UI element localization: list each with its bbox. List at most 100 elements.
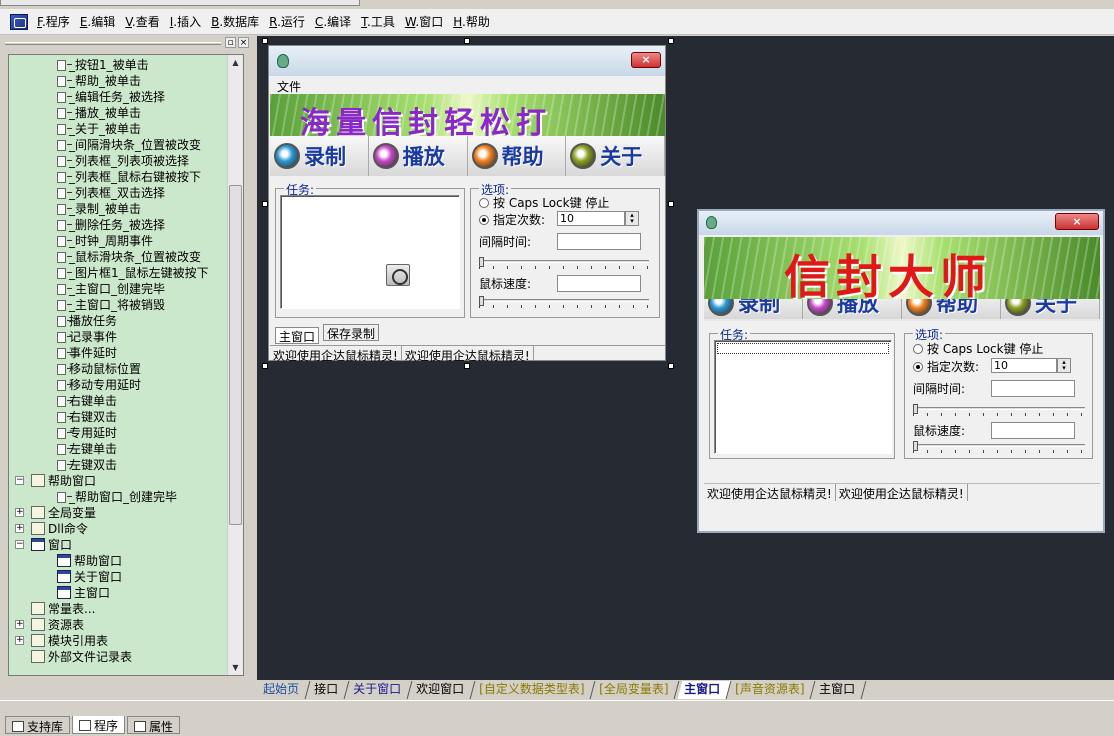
preview-task-listbox[interactable]	[714, 340, 892, 454]
subtab-save-record[interactable]: 保存录制	[323, 324, 380, 341]
menu-item[interactable]: T.工具	[356, 13, 400, 30]
preview-speed-slider[interactable]	[913, 441, 1085, 455]
tree-node[interactable]: + 资源表	[15, 617, 84, 633]
document-tab[interactable]: [自定义数据类型表]	[472, 681, 596, 699]
tree-node[interactable]: _帮助窗口_创建完毕	[57, 489, 177, 505]
tree-node[interactable]: 常量表...	[31, 601, 95, 617]
tree-node[interactable]: 播放任务	[57, 313, 117, 329]
radio-selected-icon[interactable]	[479, 215, 489, 225]
toolbar-button[interactable]: 关于	[1001, 299, 1100, 319]
tree-node[interactable]: _图片框1_鼠标左键被按下	[57, 265, 209, 281]
menu-item[interactable]: F.程序	[32, 13, 75, 30]
panel-tab[interactable]: 属性	[127, 716, 181, 734]
tree-node[interactable]: 记录事件	[57, 329, 117, 345]
form-designer[interactable]: × 文件 海量信封轻松打 录制 播放 帮助 关于 任务: 选项: 按 Caps Loc…	[257, 36, 1114, 680]
toolbar-button[interactable]: 录制	[704, 299, 803, 319]
tree-node[interactable]: _帮助_被单击	[57, 73, 141, 89]
tree-node[interactable]: + 模块引用表	[15, 633, 108, 649]
preview-window-titlebar[interactable]: ×	[699, 211, 1103, 235]
toolbar-button[interactable]: 播放	[368, 136, 468, 176]
menu-item[interactable]: V.查看	[120, 13, 165, 30]
tree-node[interactable]: 右键双击	[57, 409, 117, 425]
tree-node[interactable]: _列表框_列表项被选择	[57, 153, 189, 169]
menu-item[interactable]: C.编译	[310, 13, 356, 30]
preview-count-input[interactable]: 10	[991, 358, 1057, 373]
panel-close-button[interactable]: ×	[238, 37, 249, 48]
menu-item[interactable]: R.运行	[264, 13, 310, 30]
collapse-icon[interactable]: −	[15, 540, 24, 549]
toolbar-button[interactable]: 播放	[803, 299, 902, 319]
document-tab[interactable]: 欢迎窗口	[409, 681, 476, 699]
resize-handle[interactable]	[668, 363, 674, 369]
tree-node[interactable]: + 全局变量	[15, 505, 96, 521]
expand-icon[interactable]: +	[15, 620, 24, 629]
tree-node[interactable]: + Dll命令	[15, 521, 88, 537]
tree-node[interactable]: _删除任务_被选择	[57, 217, 165, 233]
interval-slider[interactable]	[479, 257, 649, 271]
resize-handle[interactable]	[464, 38, 470, 44]
design-window-titlebar[interactable]: ×	[269, 46, 665, 76]
count-spinner[interactable]: ▴ ▾	[625, 211, 639, 226]
tree-node[interactable]: 外部文件记录表	[31, 649, 132, 665]
collapse-icon[interactable]: −	[15, 476, 24, 485]
tree-node[interactable]: 事件延时	[57, 345, 117, 361]
tree-node[interactable]: 移动专用延时	[57, 377, 141, 393]
design-menu-file[interactable]: 文件	[277, 78, 301, 95]
scroll-up-arrow-icon[interactable]: ▲	[228, 55, 243, 70]
radio-icon[interactable]	[913, 344, 923, 354]
panel-tab[interactable]: 支持库	[5, 716, 71, 734]
tree-node[interactable]: _鼠标滑块条_位置被改变	[57, 249, 201, 265]
expand-icon[interactable]: +	[15, 508, 24, 517]
expand-icon[interactable]: +	[15, 524, 24, 533]
tree-node[interactable]: _播放_被单击	[57, 105, 141, 121]
radio-selected-icon[interactable]	[913, 362, 923, 372]
tree-node[interactable]: _编辑任务_被选择	[57, 89, 165, 105]
speed-slider[interactable]	[479, 296, 649, 310]
program-tree[interactable]: _按钮1_被单击 _帮助_被单击 _编辑任务_被选择 _播放_被单击 _关于_被单击 _间…	[8, 54, 244, 676]
document-tab[interactable]: 起始页	[256, 681, 311, 699]
app-icon[interactable]	[10, 13, 28, 30]
subtab-main[interactable]: 主窗口	[275, 327, 320, 344]
document-tab[interactable]: 关于窗口	[346, 681, 413, 699]
tree-node[interactable]: − 窗口	[15, 537, 72, 553]
tree-scrollbar[interactable]: ▲ ▼	[227, 55, 243, 675]
design-window[interactable]: × 文件 海量信封轻松打 录制 播放 帮助 关于 任务: 选项: 按 Caps Loc…	[268, 45, 666, 363]
menu-item[interactable]: W.窗口	[400, 13, 448, 30]
radio-icon[interactable]	[479, 198, 489, 208]
preview-speed-input[interactable]	[991, 422, 1075, 439]
resize-handle[interactable]	[668, 38, 674, 44]
toolbar-button[interactable]: 帮助	[467, 136, 567, 176]
menu-item[interactable]: B.数据库	[206, 13, 264, 30]
tree-node[interactable]: 左键单击	[57, 441, 117, 457]
tree-node[interactable]: 左键双击	[57, 457, 117, 473]
resize-handle[interactable]	[262, 38, 268, 44]
preview-count-spinner[interactable]: ▴ ▾	[1057, 358, 1071, 373]
tree-node[interactable]: _列表框_双击选择	[57, 185, 165, 201]
tree-node[interactable]: 移动鼠标位置	[57, 361, 141, 377]
panel-pin-button[interactable]: ▫	[225, 37, 236, 48]
preview-interval-slider[interactable]	[913, 404, 1085, 418]
document-tab[interactable]: [声音资源表]	[728, 681, 816, 699]
count-input[interactable]: 10	[557, 211, 625, 226]
document-tab[interactable]: 主窗口	[677, 681, 732, 699]
document-tab[interactable]: 接口	[307, 681, 350, 699]
tree-node[interactable]: _间隔滑块条_位置被改变	[57, 137, 201, 153]
tree-node[interactable]: _录制_被单击	[57, 201, 141, 217]
interval-input[interactable]	[557, 233, 641, 250]
panel-tab[interactable]: 程序	[72, 716, 126, 734]
panel-grip[interactable]	[5, 42, 221, 45]
tree-node[interactable]: _主窗口_创建完毕	[57, 281, 165, 297]
task-listbox[interactable]	[280, 195, 460, 309]
menu-item[interactable]: E.编辑	[75, 13, 120, 30]
speed-input[interactable]	[557, 275, 641, 292]
resize-handle[interactable]	[464, 363, 470, 369]
document-tab[interactable]: [全局变量表]	[593, 681, 681, 699]
tree-node[interactable]: 专用延时	[57, 425, 117, 441]
scroll-down-arrow-icon[interactable]: ▼	[228, 660, 243, 675]
preview-interval-input[interactable]	[991, 380, 1075, 397]
caps-lock-option[interactable]: 按 Caps Lock键 停止	[913, 340, 1043, 357]
count-option[interactable]: 指定次数:	[913, 358, 979, 375]
expand-icon[interactable]: +	[15, 636, 24, 645]
tree-node[interactable]: _主窗口_将被销毁	[57, 297, 165, 313]
tree-node[interactable]: _时钟_周期事件	[57, 233, 153, 249]
